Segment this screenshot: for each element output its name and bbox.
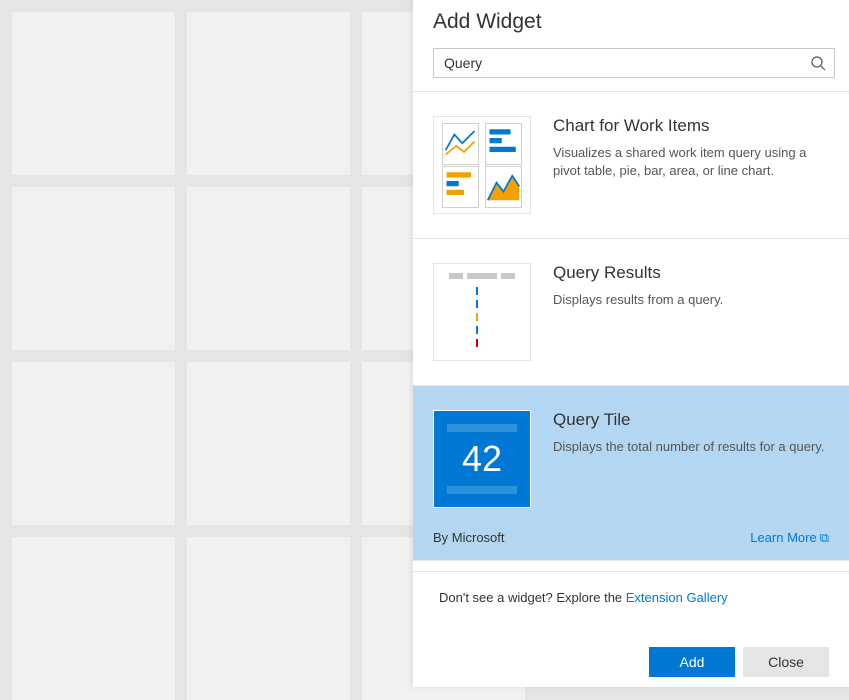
extension-gallery-link[interactable]: Extension Gallery: [626, 590, 728, 605]
search-icon[interactable]: [810, 55, 826, 71]
panel-footer: Don't see a widget? Explore the Extensio…: [413, 571, 849, 687]
widget-list[interactable]: Chart for Work Items Visualizes a shared…: [413, 91, 849, 571]
empty-tile[interactable]: [12, 537, 175, 700]
explore-text: Don't see a widget? Explore the: [439, 590, 626, 605]
widget-description: Displays the total number of results for…: [553, 438, 829, 456]
empty-tile[interactable]: [187, 187, 350, 350]
search-input-wrap[interactable]: [433, 48, 835, 78]
external-link-icon: ⧉: [820, 530, 829, 545]
close-button[interactable]: Close: [743, 647, 829, 677]
empty-tile[interactable]: [12, 187, 175, 350]
empty-tile[interactable]: [187, 12, 350, 175]
widget-description: Visualizes a shared work item query usin…: [553, 144, 829, 180]
chart-thumbnail-icon: [433, 116, 531, 214]
widget-item-query-results[interactable]: Query Results Displays results from a qu…: [413, 239, 849, 386]
widget-description: Displays results from a query.: [553, 291, 829, 309]
panel-title: Add Widget: [413, 0, 849, 48]
widget-name: Chart for Work Items: [553, 116, 829, 136]
widget-name: Query Results: [553, 263, 829, 283]
widget-name: Query Tile: [553, 410, 829, 430]
widget-item-query-tile[interactable]: 42 Query Tile Displays the total number …: [413, 386, 849, 561]
learn-more-link[interactable]: Learn More ⧉: [750, 530, 829, 546]
list-thumbnail-icon: [433, 263, 531, 361]
add-widget-panel: Add Widget Chart for Work Items Visualiz…: [413, 0, 849, 687]
publisher-label: By Microsoft: [433, 530, 505, 546]
add-button[interactable]: Add: [649, 647, 735, 677]
search-input[interactable]: [444, 55, 810, 71]
empty-tile[interactable]: [187, 362, 350, 525]
empty-tile[interactable]: [187, 537, 350, 700]
empty-tile[interactable]: [12, 12, 175, 175]
learn-more-text: Learn More: [750, 530, 816, 545]
empty-tile[interactable]: [12, 362, 175, 525]
tile-thumbnail-icon: 42: [433, 410, 531, 508]
tile-number: 42: [462, 438, 502, 480]
widget-item-chart-work-items[interactable]: Chart for Work Items Visualizes a shared…: [413, 92, 849, 239]
